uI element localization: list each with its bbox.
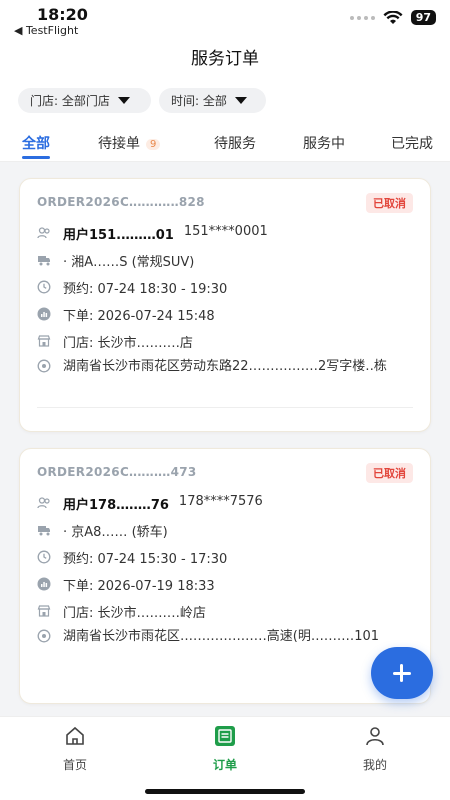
tab-in-service-label: 服务中: [303, 136, 345, 152]
active-tab-indicator: [22, 156, 50, 159]
truck-icon: [38, 256, 50, 266]
users-icon: [37, 497, 50, 509]
address-row: 湖南省长沙市雨花区‥‥‥‥‥‥‥‥‥‥高速(明‥‥‥‥‥101: [37, 627, 413, 647]
order-card[interactable]: ORDER2026C‥‥‥‥‥‥828 已取消 用户151.‥‥‥‥01 151…: [19, 178, 431, 432]
tab-completed[interactable]: 已完成: [391, 133, 433, 153]
status-time: 18:20: [37, 5, 88, 24]
signal-icon: [349, 15, 375, 20]
caret-down-icon: [117, 97, 130, 104]
nav-profile[interactable]: 我的: [345, 725, 405, 773]
status-tabs: 全部 待接单 9 待服务 服务中 已完成: [0, 124, 450, 162]
vehicle-info: · 湘A‥‥‥S (常规SUV): [63, 255, 195, 270]
tab-pending-accept-label: 待接单: [98, 136, 140, 152]
appointment-row: 预约: 07-24 15:30 - 17:30: [37, 548, 227, 567]
appointment-time: 预约: 07-24 15:30 - 17:30: [63, 552, 228, 567]
add-order-button[interactable]: [371, 647, 433, 699]
vehicle-row: · 京A8‥‥‥ (轿车): [37, 521, 168, 540]
store-icon: [37, 605, 51, 617]
nav-home-label: 首页: [62, 758, 87, 772]
time-filter-label: 时间: 全部: [171, 94, 227, 108]
home-icon: [66, 726, 84, 745]
status-badge: 已取消: [366, 463, 413, 483]
store-filter-dropdown[interactable]: 门店: 全部门店: [18, 88, 151, 113]
address-row: 湖南省长沙市雨花区劳动东路22‥‥‥‥‥‥‥‥2写字楼‥栋: [37, 357, 413, 377]
pending-count-badge: 9: [146, 138, 161, 150]
store-name: 门店: 长沙市‥‥‥‥‥岭店: [63, 606, 206, 621]
order-time-row: 下单: 2026-07-19 18:33: [37, 575, 215, 594]
caret-down-icon: [234, 97, 247, 104]
clock-icon: [37, 550, 51, 564]
vehicle-row: · 湘A‥‥‥S (常规SUV): [37, 251, 194, 270]
nav-orders-label: 订单: [212, 758, 237, 772]
customer-name: 用户178‥‥‥‥76: [63, 498, 169, 513]
card-divider: [37, 407, 413, 408]
store-row: 门店: 长沙市‥‥‥‥‥店: [37, 332, 193, 351]
status-badge: 已取消: [366, 193, 413, 213]
tab-all[interactable]: 全部: [22, 133, 50, 153]
order-card[interactable]: ORDER2026C‥‥‥‥‥473 已取消 用户178‥‥‥‥76 178**…: [19, 448, 431, 704]
store-name: 门店: 长沙市‥‥‥‥‥店: [63, 336, 193, 351]
store-icon: [37, 335, 51, 347]
nav-home[interactable]: 首页: [45, 725, 105, 773]
back-to-testflight-link[interactable]: ◀ TestFlight: [14, 24, 78, 37]
chart-icon: [37, 577, 51, 591]
truck-icon: [38, 526, 50, 536]
service-address: 湖南省长沙市雨花区劳动东路22‥‥‥‥‥‥‥‥2写字楼‥栋: [63, 359, 387, 374]
bottom-nav: 首页 订单 我的: [0, 716, 450, 800]
customer-phone[interactable]: 151****0001: [184, 224, 268, 239]
customer-phone[interactable]: 178****7576: [179, 494, 263, 509]
appointment-row: 预约: 07-24 18:30 - 19:30: [37, 278, 227, 297]
user-icon: [366, 727, 384, 746]
order-created-time: 下单: 2026-07-24 15:48: [63, 309, 215, 324]
page-title: 服务订单: [0, 44, 450, 76]
customer-row: 用户178‥‥‥‥76 178****7576: [37, 494, 263, 513]
order-number: ORDER2026C‥‥‥‥‥473: [37, 465, 197, 479]
tab-pending-service[interactable]: 待服务: [214, 133, 256, 153]
users-icon: [37, 227, 50, 239]
store-filter-label: 门店: 全部门店: [30, 94, 110, 108]
customer-name: 用户151.‥‥‥‥01: [63, 228, 174, 243]
customer-row: 用户151.‥‥‥‥01 151****0001: [37, 224, 268, 243]
nav-profile-label: 我的: [362, 758, 387, 772]
home-indicator: [145, 789, 305, 794]
order-number: ORDER2026C‥‥‥‥‥‥828: [37, 195, 205, 209]
status-indicators: 97: [349, 10, 436, 25]
vehicle-info: · 京A8‥‥‥ (轿车): [63, 525, 168, 540]
location-icon: [37, 629, 51, 643]
service-address: 湖南省长沙市雨花区‥‥‥‥‥‥‥‥‥‥高速(明‥‥‥‥‥101: [63, 629, 380, 644]
location-icon: [37, 359, 51, 373]
clock-icon: [37, 280, 51, 294]
tab-completed-label: 已完成: [391, 136, 433, 152]
store-row: 门店: 长沙市‥‥‥‥‥岭店: [37, 602, 206, 621]
appointment-time: 预约: 07-24 18:30 - 19:30: [63, 282, 228, 297]
order-created-time: 下单: 2026-07-19 18:33: [63, 579, 215, 594]
nav-orders[interactable]: 订单: [195, 725, 255, 773]
tab-pending-service-label: 待服务: [214, 136, 256, 152]
tab-in-service[interactable]: 服务中: [303, 133, 345, 153]
tab-all-label: 全部: [22, 136, 50, 152]
order-time-row: 下单: 2026-07-24 15:48: [37, 305, 215, 324]
order-list-icon: [215, 726, 235, 746]
battery-indicator: 97: [410, 10, 436, 25]
status-bar: 18:20 ◀ TestFlight 97: [0, 0, 450, 44]
filter-bar: 门店: 全部门店 时间: 全部: [0, 76, 450, 124]
wifi-icon: [383, 10, 403, 24]
tab-pending-accept[interactable]: 待接单 9: [98, 133, 161, 153]
time-filter-dropdown[interactable]: 时间: 全部: [159, 88, 266, 113]
chart-icon: [37, 307, 51, 321]
